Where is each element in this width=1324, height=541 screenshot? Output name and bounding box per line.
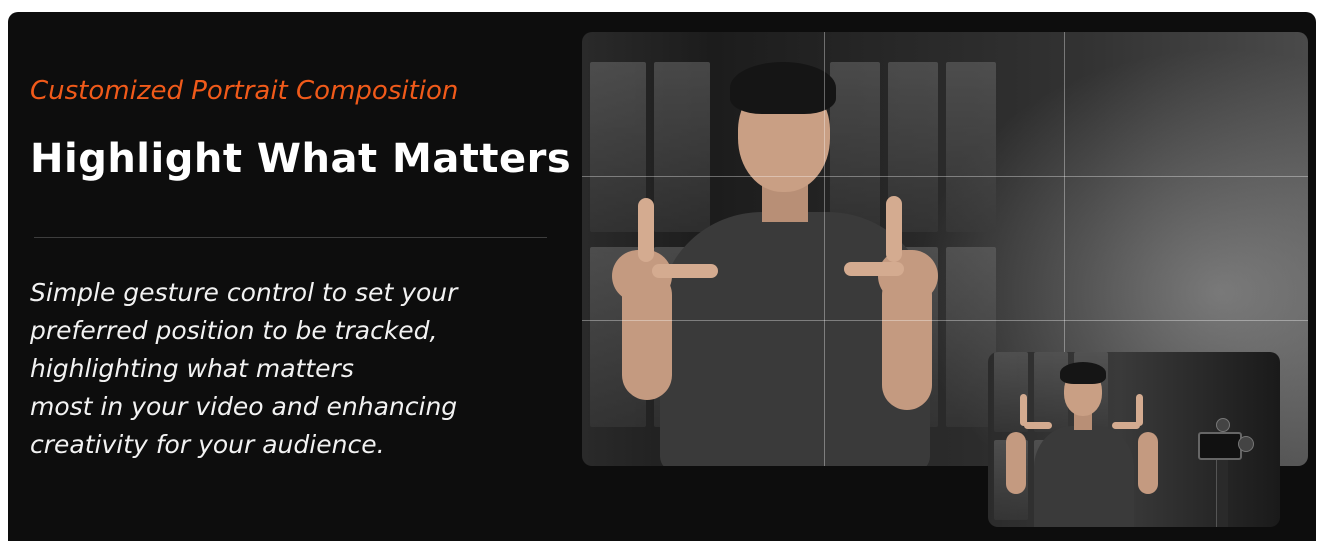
description-line: highlighting what matters [30,354,354,383]
feature-headline: Highlight What Matters [30,136,572,182]
phone-gimbal [1194,412,1264,527]
description-line: creativity for your audience. [30,430,385,459]
feature-card: Customized Portrait Composition Highligh… [8,12,1316,541]
description-line: Simple gesture control to set your [30,278,458,307]
description-line: preferred position to be tracked, [30,316,438,345]
feature-eyebrow: Customized Portrait Composition [30,76,459,106]
grid-line [824,32,825,466]
description-line: most in your video and enhancing [30,392,458,421]
gimbal-tracking-preview-photo [988,352,1280,527]
section-divider [34,237,547,238]
grid-line [582,176,1308,177]
feature-description: Simple gesture control to set your prefe… [30,274,550,464]
grid-line [582,320,1308,321]
